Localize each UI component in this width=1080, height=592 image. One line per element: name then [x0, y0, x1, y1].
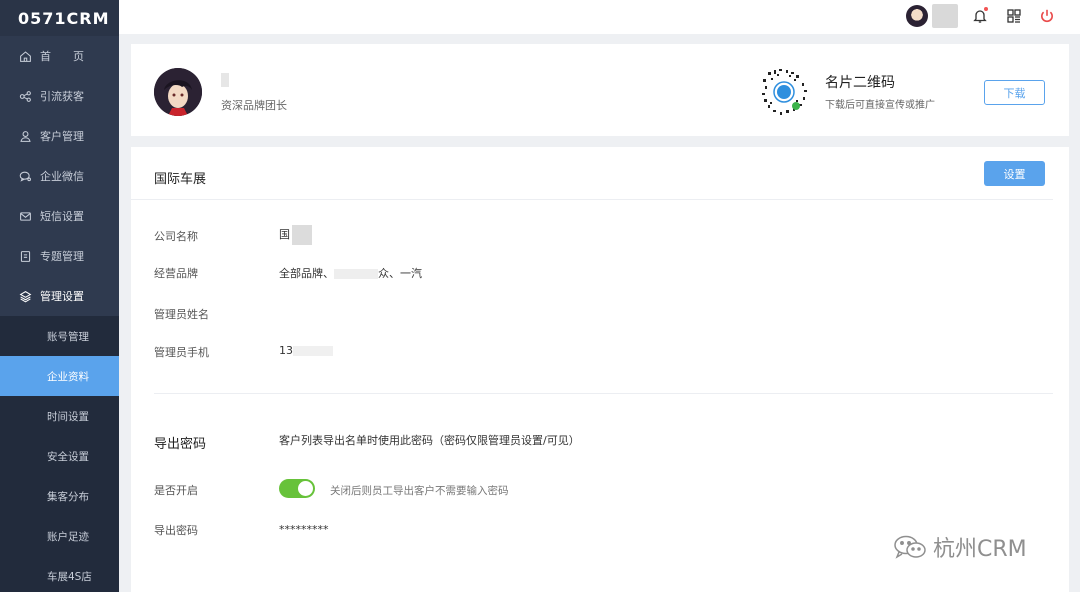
sidebar-item-home[interactable]: 首 页 [0, 36, 119, 76]
sidebar-item-label: 首 页 [40, 50, 84, 63]
topbar [119, 0, 1080, 34]
divider [154, 393, 1053, 394]
password-value: ********* [279, 523, 329, 536]
company-title: 国际车展 [154, 172, 207, 187]
brands-text-tail: 众、一汽 [378, 267, 422, 280]
submenu-item-security[interactable]: 安全设置 [0, 436, 119, 476]
watermark-text: 杭州CRM [933, 537, 1027, 562]
user-role: 资深品牌团长 [221, 99, 287, 112]
brands-value: 全部品牌、 众、一汽 [279, 265, 422, 281]
sidebar-item-label: 专题管理 [40, 250, 84, 263]
qr-code [756, 64, 812, 120]
qr-title: 名片二维码 [825, 75, 895, 91]
wechat-icon [894, 535, 926, 559]
admin-name-label: 管理员姓名 [154, 308, 209, 321]
sidebar-item-management[interactable]: 管理设置 [0, 276, 119, 316]
watermark: 杭州CRM [893, 531, 1027, 563]
export-password-description: 客户列表导出名单时使用此密码（密码仅限管理员设置/可见） [279, 434, 580, 447]
user-name-redacted [221, 73, 229, 87]
submenu-item-distribution[interactable]: 集客分布 [0, 476, 119, 516]
divider [131, 199, 1053, 200]
admin-phone-label: 管理员手机 [154, 346, 209, 359]
submenu-item-time-settings[interactable]: 时间设置 [0, 396, 119, 436]
avatar[interactable] [906, 5, 928, 27]
submenu-item-4s-stores[interactable]: 车展4S店 [0, 556, 119, 592]
user-menu[interactable] [906, 4, 958, 28]
user-name-redacted [932, 4, 958, 28]
brands-label: 经营品牌 [154, 267, 198, 280]
password-label: 导出密码 [154, 524, 198, 537]
sidebar: 0571CRM 首 页 引流获客 客户管理 企业微信 短信设置 专题管理 管理设… [0, 0, 119, 592]
app-logo[interactable]: 0571CRM [0, 0, 119, 36]
enable-label: 是否开启 [154, 484, 198, 497]
layers-icon [18, 289, 32, 303]
company-name-value: 国 [279, 225, 312, 245]
admin-phone-value: 13 [279, 344, 333, 357]
download-button[interactable]: 下载 [984, 80, 1045, 105]
company-name-text: 国 [279, 228, 290, 241]
user-icon [18, 129, 32, 143]
home-icon [18, 49, 32, 63]
sidebar-item-label: 客户管理 [40, 130, 84, 143]
submenu-item-footprint[interactable]: 账户足迹 [0, 516, 119, 556]
document-icon [18, 249, 32, 263]
profile-card: 资深品牌团长 名片二维码 下载后可直接宣传或推广 下载 [131, 44, 1069, 136]
settings-button[interactable]: 设置 [984, 161, 1045, 186]
sidebar-item-label: 引流获客 [40, 90, 84, 103]
sidebar-item-sms[interactable]: 短信设置 [0, 196, 119, 236]
sidebar-item-label: 短信设置 [40, 210, 84, 223]
power-icon[interactable] [1038, 7, 1056, 25]
export-password-toggle[interactable] [279, 479, 315, 498]
redacted-block [293, 346, 333, 356]
sidebar-item-topics[interactable]: 专题管理 [0, 236, 119, 276]
notification-dot [984, 7, 988, 11]
toggle-knob [298, 481, 313, 496]
brands-text: 全部品牌、 [279, 267, 334, 280]
company-profile-card: 国际车展 设置 公司名称 国 经营品牌 全部品牌、 众、一汽 管理员姓名 管理员手… [131, 147, 1069, 592]
share-icon [18, 89, 32, 103]
mail-icon [18, 209, 32, 223]
sidebar-item-customers[interactable]: 客户管理 [0, 116, 119, 156]
admin-phone-text: 13 [279, 344, 293, 357]
bell-icon[interactable] [971, 7, 989, 25]
management-submenu: 账号管理 企业资料 时间设置 安全设置 集客分布 账户足迹 车展4S店 [0, 316, 119, 592]
qr-subtitle: 下载后可直接宣传或推广 [825, 100, 935, 111]
redacted-block [334, 269, 378, 279]
sidebar-item-label: 管理设置 [40, 290, 84, 303]
submenu-item-accounts[interactable]: 账号管理 [0, 316, 119, 356]
sidebar-item-traffic[interactable]: 引流获客 [0, 76, 119, 116]
export-password-title: 导出密码 [154, 437, 207, 452]
toggle-hint: 关闭后则员工导出客户不需要输入密码 [330, 485, 509, 497]
company-name-label: 公司名称 [154, 230, 198, 243]
chat-icon [18, 169, 32, 183]
redacted-block [292, 225, 312, 245]
grid-icon[interactable] [1005, 7, 1023, 25]
submenu-item-company-profile[interactable]: 企业资料 [0, 356, 119, 396]
sidebar-item-label: 企业微信 [40, 170, 84, 183]
avatar [154, 68, 202, 116]
sidebar-item-wechat[interactable]: 企业微信 [0, 156, 119, 196]
